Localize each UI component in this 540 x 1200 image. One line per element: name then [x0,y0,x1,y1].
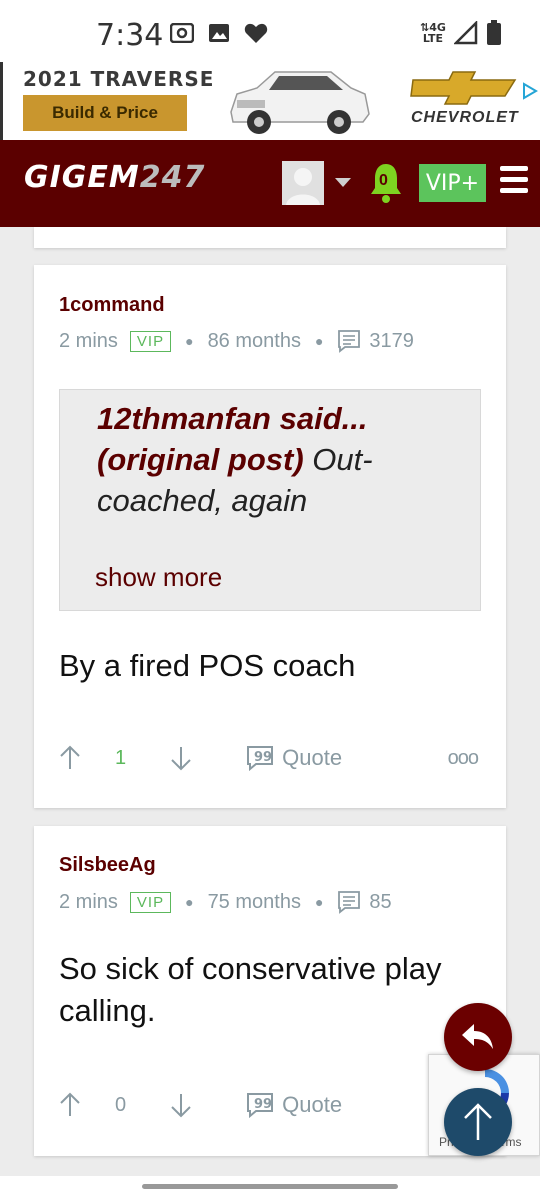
ad-banner[interactable]: 2021 TRAVERSE Build & Price CHEVROLET [0,62,540,140]
vote-count: 0 [115,1093,127,1116]
quoted-post: 12thmanfan said... (original post) Out-co… [59,389,481,611]
comment-icon [338,891,361,914]
arrow-up-icon [464,1103,492,1140]
show-more-link[interactable]: show more [95,562,222,593]
home-gesture-bar[interactable] [142,1184,398,1189]
site-logo[interactable]: GIGEM247 [24,160,205,195]
post-count: 3179 [369,329,414,352]
quote-label: Quote [282,1092,343,1117]
status-icons-right: ⇅4G LTE [420,20,502,46]
scroll-to-top-button[interactable] [444,1088,512,1156]
comment-icon [338,330,361,353]
vip-badge: VIP [129,891,172,913]
post-time: 2 mins [59,890,118,913]
post-body: By a fired POS coach [59,648,356,683]
svg-text:99: 99 [254,750,272,765]
membership-duration: 75 months [207,890,301,913]
downvote-arrow-icon[interactable] [170,1092,192,1118]
image-icon [209,24,229,42]
avatar[interactable] [282,161,324,210]
separator-dot: ● [185,333,194,349]
battery-icon [486,20,501,45]
separator-dot: ● [314,333,324,349]
quote-button[interactable]: 99 Quote [246,1092,342,1118]
quote-icon: 99 [247,746,274,771]
quote-author[interactable]: 12thmanfan said... [97,401,367,436]
reply-button[interactable] [444,1003,512,1071]
post-card: 1command 2 mins VIP ● 86 months ● 3179 1… [34,265,506,808]
post-actions: 1 99 Quote [59,745,342,771]
ad-brand: CHEVROLET [411,109,519,126]
signal-icon [453,21,478,45]
status-time: 7:34 [96,18,164,53]
upvote-arrow-icon[interactable] [59,745,81,771]
reply-arrow-icon [462,1024,493,1049]
chevrolet-bowtie-logo [410,71,517,105]
radio-icon [170,23,194,43]
post-time: 2 mins [59,329,118,352]
more-options-icon[interactable]: ooo [448,747,479,770]
car-image [230,71,370,134]
heart-icon [244,23,268,43]
membership-duration: 86 months [207,329,301,352]
previous-post-card [34,227,506,248]
post-actions: 0 99 Quote [59,1092,342,1118]
vote-count: 1 [115,746,127,769]
vip-badge: VIP [129,330,172,352]
post-body: So sick of conservative play calling. [59,951,442,1028]
quote-label: Quote [282,745,343,770]
post-author[interactable]: 1command [59,294,165,317]
vip-plus-button[interactable]: VIP+ [419,164,486,202]
status-bar: 7:34 ⇅4G LTE [0,0,540,62]
separator-dot: ● [314,894,324,910]
original-post-link[interactable]: (original post) [97,442,304,477]
status-icons-left [170,22,268,44]
adchoices-icon[interactable] [521,82,539,100]
upvote-arrow-icon[interactable] [59,1092,81,1118]
hamburger-menu-icon[interactable] [500,166,528,199]
ad-build-price-button[interactable]: Build & Price [23,95,187,131]
quote-button[interactable]: 99 Quote [246,745,342,771]
network-label: ⇅4G LTE [420,21,446,45]
svg-text:99: 99 [254,1097,272,1112]
chevron-down-icon[interactable] [335,178,351,187]
post-meta: 2 mins VIP ● 75 months ● 85 [59,890,392,914]
post-count: 85 [369,890,392,913]
logo-number: 247 [139,160,206,195]
quote-icon: 99 [247,1093,274,1118]
downvote-arrow-icon[interactable] [170,745,192,771]
separator-dot: ● [185,894,194,910]
quote-text: 12thmanfan said... (original post) Out-co… [97,398,437,521]
screen: 7:34 ⇅4G LTE 2021 TRAVERSE Build & Price … [0,0,540,1200]
notification-count: 0 [379,172,388,189]
logo-text: GIGEM [24,160,140,195]
ad-title: 2021 TRAVERSE [23,67,215,91]
post-meta: 2 mins VIP ● 86 months ● 3179 [59,329,414,353]
notifications-button[interactable]: 0 [368,160,404,209]
post-author[interactable]: SilsbeeAg [59,854,156,877]
